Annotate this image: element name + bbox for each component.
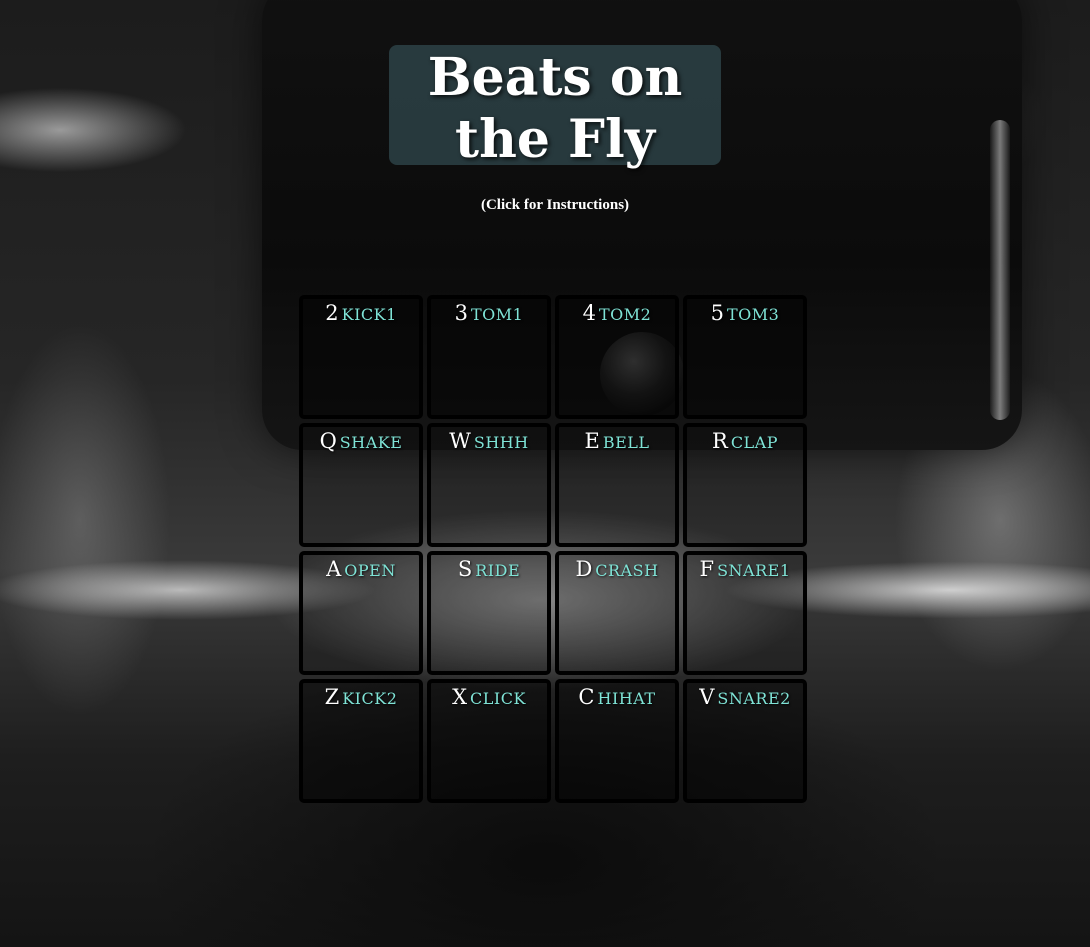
drum-pad[interactable]: Fsnare1	[683, 551, 807, 675]
pad-sound: clap	[730, 433, 778, 452]
pad-key: 4	[582, 301, 596, 325]
drum-pad[interactable]: 2 kick1	[299, 295, 423, 419]
pad-key: X	[452, 685, 468, 709]
drum-pad[interactable]: Ebell	[555, 423, 679, 547]
drum-pad[interactable]: Chihat	[555, 679, 679, 803]
pad-sound: snare1	[717, 561, 791, 580]
drum-pad[interactable]: Wshhh	[427, 423, 551, 547]
pad-sound: snare2	[717, 689, 791, 708]
pad-key: V	[699, 685, 715, 709]
page-title: Beats on the Fly	[427, 47, 683, 170]
pad-sound: crash	[595, 561, 659, 580]
pad-sound: shake	[339, 433, 403, 452]
drum-pad[interactable]: Sride	[427, 551, 551, 675]
drum-pad[interactable]: 3 tom1	[427, 295, 551, 419]
pad-key: Z	[324, 685, 340, 709]
pad-sound: click	[470, 689, 526, 708]
pad-key: D	[575, 557, 593, 581]
drum-pad[interactable]: Rclap	[683, 423, 807, 547]
pad-key: 3	[454, 301, 468, 325]
pad-key: 5	[710, 301, 724, 325]
pad-key: W	[449, 429, 471, 453]
pad-sound: kick2	[342, 689, 398, 708]
pad-sound: bell	[602, 433, 650, 452]
drum-pad[interactable]: Vsnare2	[683, 679, 807, 803]
pad-key: A	[326, 557, 342, 581]
drum-pad[interactable]: Xclick	[427, 679, 551, 803]
pad-sound: tom3	[727, 305, 780, 324]
pad-key: 2	[325, 301, 339, 325]
drum-pad[interactable]: 4 tom2	[555, 295, 679, 419]
pad-sound: tom1	[471, 305, 524, 324]
instructions-link[interactable]: (Click for Instructions)	[0, 197, 1090, 214]
pad-sound: tom2	[599, 305, 652, 324]
drum-pad[interactable]: Aopen	[299, 551, 423, 675]
background-device-rim	[990, 120, 1010, 420]
drum-pad[interactable]: Zkick2	[299, 679, 423, 803]
drum-pad[interactable]: Qshake	[299, 423, 423, 547]
pad-key: E	[584, 429, 600, 453]
pad-key: Q	[319, 429, 337, 453]
pad-key: F	[699, 557, 715, 581]
pad-sound: kick1	[341, 305, 397, 324]
pad-key: R	[712, 429, 728, 453]
drum-pad-grid: 2 kick1 3 tom1 4 tom2 5 tom3 Qshake Wshhh Eb…	[299, 295, 811, 803]
pad-key: S	[457, 557, 473, 581]
drum-pad[interactable]: Dcrash	[555, 551, 679, 675]
pad-sound: shhh	[473, 433, 529, 452]
pad-sound: open	[344, 561, 396, 580]
drum-pad[interactable]: 5 tom3	[683, 295, 807, 419]
title-box: Beats on the Fly	[389, 45, 721, 170]
pad-key: C	[578, 685, 595, 709]
pad-sound: ride	[475, 561, 521, 580]
pad-sound: hihat	[597, 689, 656, 708]
